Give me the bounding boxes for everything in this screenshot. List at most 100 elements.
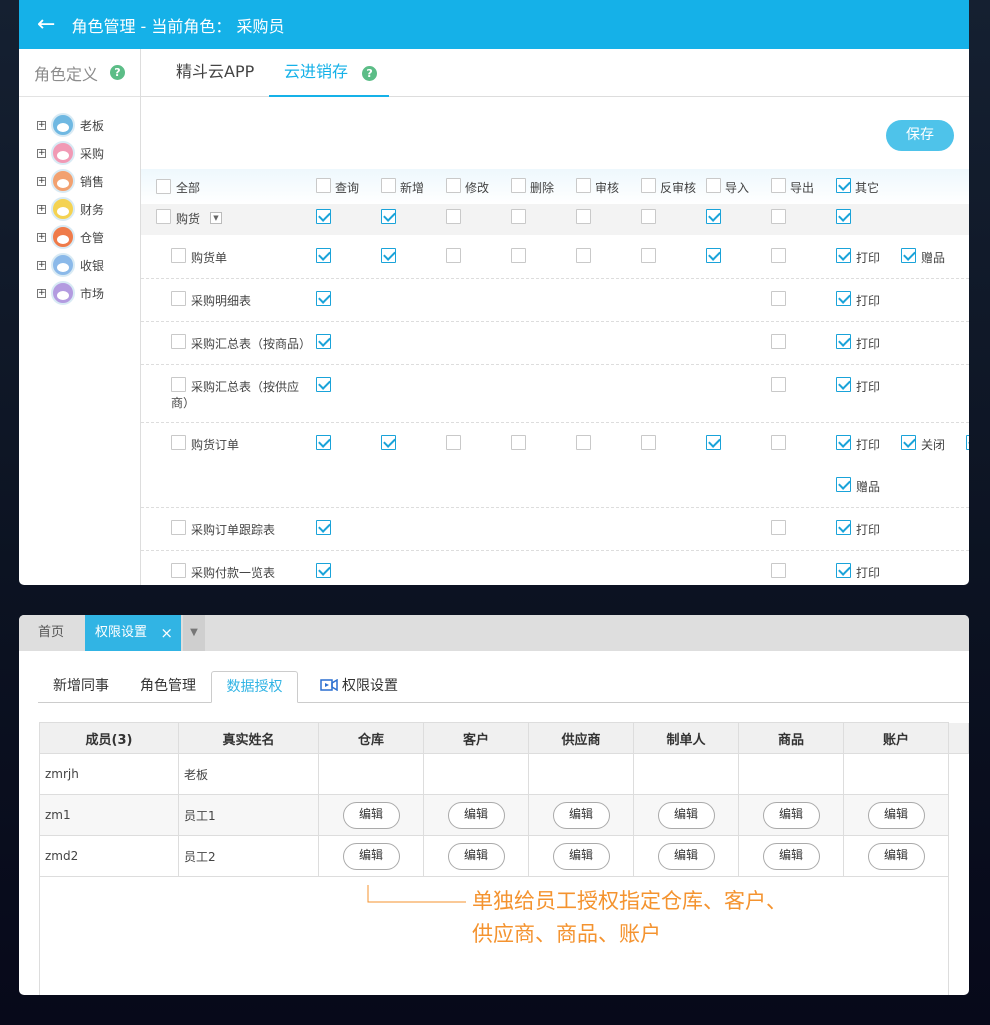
extra-checkbox[interactable] [901, 248, 916, 263]
permission-checkbox[interactable] [641, 248, 656, 263]
tab-cloud-inventory[interactable]: 云进销存? [269, 49, 389, 97]
edit-button[interactable]: 编辑 [342, 842, 400, 870]
select-all-checkbox[interactable] [156, 179, 171, 194]
extra-checkbox[interactable] [836, 334, 851, 349]
permission-checkbox[interactable] [771, 435, 786, 450]
role-item[interactable]: + 市场 [37, 279, 140, 307]
tab-menu-chevron-down-icon[interactable]: ▼ [183, 615, 205, 651]
column-checkbox[interactable] [576, 178, 591, 193]
group-permission-checkbox[interactable] [771, 209, 786, 224]
group-permission-checkbox[interactable] [641, 209, 656, 224]
edit-button[interactable]: 编辑 [552, 842, 610, 870]
permission-checkbox[interactable] [316, 377, 331, 392]
extra-checkbox[interactable] [836, 520, 851, 535]
edit-button[interactable]: 编辑 [447, 842, 505, 870]
edit-button[interactable]: 编辑 [762, 801, 820, 829]
row-checkbox[interactable] [171, 334, 186, 349]
expand-icon[interactable]: + [37, 260, 46, 270]
role-item[interactable]: + 收银 [37, 251, 140, 279]
edit-button[interactable]: 编辑 [657, 801, 715, 829]
role-item[interactable]: + 仓管 [37, 223, 140, 251]
extra-checkbox[interactable] [836, 563, 851, 578]
permission-checkbox[interactable] [316, 563, 331, 578]
group-permission-checkbox[interactable] [836, 209, 851, 224]
back-arrow-icon[interactable]: ← [37, 13, 55, 36]
extra-checkbox[interactable] [836, 477, 851, 492]
tab-jdy-app[interactable]: 精斗云APP [176, 49, 256, 97]
expand-icon[interactable]: + [37, 288, 46, 298]
permission-checkbox[interactable] [771, 520, 786, 535]
column-checkbox[interactable] [381, 178, 396, 193]
permission-checkbox[interactable] [316, 291, 331, 306]
permission-checkbox[interactable] [771, 377, 786, 392]
group-permission-checkbox[interactable] [316, 209, 331, 224]
extra-checkbox[interactable] [836, 291, 851, 306]
permission-checkbox[interactable] [316, 520, 331, 535]
extra-checkbox[interactable] [901, 435, 916, 450]
role-item[interactable]: + 销售 [37, 167, 140, 195]
permission-checkbox[interactable] [511, 435, 526, 450]
group-permission-checkbox[interactable] [446, 209, 461, 224]
permission-checkbox[interactable] [641, 435, 656, 450]
tab-permission-settings[interactable]: 权限设置 × [85, 615, 181, 651]
tab-data-authorization[interactable]: 数据授权 [211, 671, 298, 703]
permission-checkbox[interactable] [316, 435, 331, 450]
edit-button[interactable]: 编辑 [762, 842, 820, 870]
help-icon[interactable]: ? [362, 66, 378, 81]
column-checkbox[interactable] [316, 178, 331, 193]
permission-checkbox[interactable] [316, 248, 331, 263]
expand-icon[interactable]: + [37, 120, 46, 130]
row-checkbox[interactable] [171, 563, 186, 578]
permission-checkbox[interactable] [771, 248, 786, 263]
edit-button[interactable]: 编辑 [342, 801, 400, 829]
permission-checkbox[interactable] [381, 435, 396, 450]
expand-icon[interactable]: + [37, 176, 46, 186]
close-icon[interactable]: × [160, 615, 173, 651]
permission-checkbox[interactable] [706, 435, 721, 450]
tab-role-management[interactable]: 角色管理 [140, 671, 196, 703]
save-button[interactable]: 保存 [886, 120, 954, 151]
expand-icon[interactable]: + [37, 204, 46, 214]
group-permission-checkbox[interactable] [706, 209, 721, 224]
column-checkbox[interactable] [446, 178, 461, 193]
tab-permission-settings-link[interactable]: 权限设置 [320, 671, 398, 703]
row-checkbox[interactable] [171, 435, 186, 450]
extra-checkbox[interactable] [836, 435, 851, 450]
group-permission-checkbox[interactable] [511, 209, 526, 224]
edit-button[interactable]: 编辑 [657, 842, 715, 870]
extra-checkbox-partial[interactable] [966, 435, 969, 450]
edit-button[interactable]: 编辑 [552, 801, 610, 829]
permission-checkbox[interactable] [381, 248, 396, 263]
tab-home[interactable]: 首页 [19, 615, 83, 651]
permission-checkbox[interactable] [771, 334, 786, 349]
permission-checkbox[interactable] [576, 248, 591, 263]
column-checkbox[interactable] [706, 178, 721, 193]
role-item[interactable]: + 老板 [37, 111, 140, 139]
row-checkbox[interactable] [171, 291, 186, 306]
extra-checkbox[interactable] [836, 248, 851, 263]
group-permission-checkbox[interactable] [381, 209, 396, 224]
help-icon[interactable]: ? [110, 65, 125, 80]
extra-checkbox[interactable] [836, 377, 851, 392]
permission-checkbox[interactable] [771, 563, 786, 578]
expand-icon[interactable]: + [37, 148, 46, 158]
group-checkbox[interactable] [156, 209, 171, 224]
column-checkbox[interactable] [771, 178, 786, 193]
column-checkbox[interactable] [641, 178, 656, 193]
column-checkbox[interactable] [836, 178, 851, 193]
expand-icon[interactable]: + [37, 232, 46, 242]
edit-button[interactable]: 编辑 [867, 842, 925, 870]
permission-checkbox[interactable] [511, 248, 526, 263]
permission-checkbox[interactable] [446, 248, 461, 263]
tab-add-colleague[interactable]: 新增同事 [53, 671, 109, 703]
role-item[interactable]: + 财务 [37, 195, 140, 223]
permission-checkbox[interactable] [576, 435, 591, 450]
permission-checkbox[interactable] [316, 334, 331, 349]
permission-checkbox[interactable] [706, 248, 721, 263]
chevron-down-icon[interactable]: ▼ [210, 212, 222, 224]
group-permission-checkbox[interactable] [576, 209, 591, 224]
permission-checkbox[interactable] [446, 435, 461, 450]
column-checkbox[interactable] [511, 178, 526, 193]
permission-checkbox[interactable] [771, 291, 786, 306]
edit-button[interactable]: 编辑 [447, 801, 505, 829]
